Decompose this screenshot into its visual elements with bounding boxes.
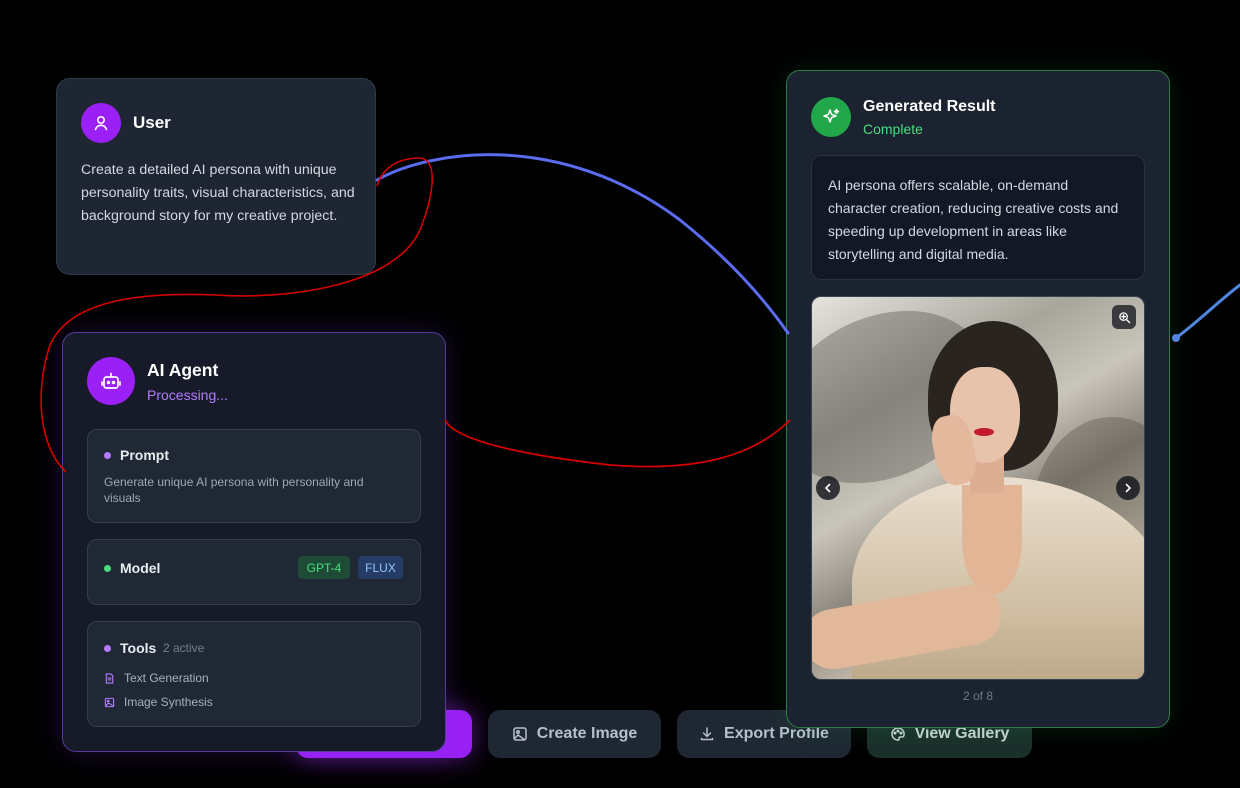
user-message: Create a detailed AI persona with unique… <box>81 162 355 224</box>
result-status: Complete <box>863 121 923 137</box>
tool-image-synthesis: Image Synthesis <box>104 695 213 709</box>
model-section[interactable]: Model GPT-4 FLUX <box>87 539 421 605</box>
agent-node-card[interactable]: AI Agent Processing... Prompt Generate u… <box>62 332 446 752</box>
prompt-section[interactable]: Prompt Generate unique AI persona with p… <box>87 429 421 523</box>
chevron-left-icon <box>824 483 831 493</box>
result-node-title: Generated Result <box>863 98 996 115</box>
prompt-heading: Prompt <box>120 447 169 463</box>
result-node-card[interactable]: Generated Result Complete AI persona off… <box>786 70 1170 728</box>
tools-section[interactable]: Tools 2 active Text Generation Image Syn… <box>87 621 421 727</box>
palette-icon <box>890 727 905 741</box>
result-output-wire <box>1174 283 1240 340</box>
user-icon <box>94 115 108 131</box>
model-tag-gpt: GPT-4 <box>298 556 350 579</box>
result-output-port <box>1172 334 1180 342</box>
model-status-dot <box>104 565 111 572</box>
tool-text-generation: Text Generation <box>104 671 209 685</box>
agent-avatar <box>87 357 135 405</box>
tool-label: Text Generation <box>124 671 209 685</box>
result-avatar <box>811 97 851 137</box>
bot-icon <box>101 372 121 389</box>
tool-label: Image Synthesis <box>124 695 213 709</box>
chevron-right-icon <box>1125 483 1132 493</box>
user-node-title: User <box>133 113 171 132</box>
prompt-status-dot <box>104 452 111 459</box>
tools-heading: Tools <box>120 640 157 656</box>
previous-image-button[interactable] <box>816 476 840 500</box>
image-counter: 2 of 8 <box>962 689 994 703</box>
model-heading: Model <box>120 560 161 576</box>
create-image-button[interactable]: Create Image <box>488 710 661 758</box>
tools-status-dot <box>104 645 111 652</box>
download-icon <box>700 727 714 741</box>
next-image-button[interactable] <box>1116 476 1140 500</box>
create-image-label: Create Image <box>536 725 638 742</box>
agent-status: Processing... <box>147 387 228 403</box>
tools-count: 2 active <box>163 641 205 655</box>
agent-node-title: AI Agent <box>147 360 219 380</box>
document-icon <box>105 672 114 684</box>
user-to-result-wire <box>375 153 790 335</box>
sparkles-icon <box>823 108 840 123</box>
prompt-text: Generate unique AI persona with personal… <box>104 475 364 505</box>
zoom-in-button[interactable] <box>1112 305 1136 329</box>
image-icon <box>513 727 527 741</box>
result-summary: AI persona offers scalable, on-demand ch… <box>811 155 1145 280</box>
zoom-in-icon <box>1118 311 1130 323</box>
user-avatar <box>81 103 121 143</box>
annotation-stroke <box>444 419 791 468</box>
user-node-card[interactable]: User Create a detailed AI persona with u… <box>56 78 376 275</box>
image-icon <box>104 697 115 707</box>
generated-image[interactable] <box>811 296 1145 680</box>
model-tag-flux: FLUX <box>358 556 403 579</box>
